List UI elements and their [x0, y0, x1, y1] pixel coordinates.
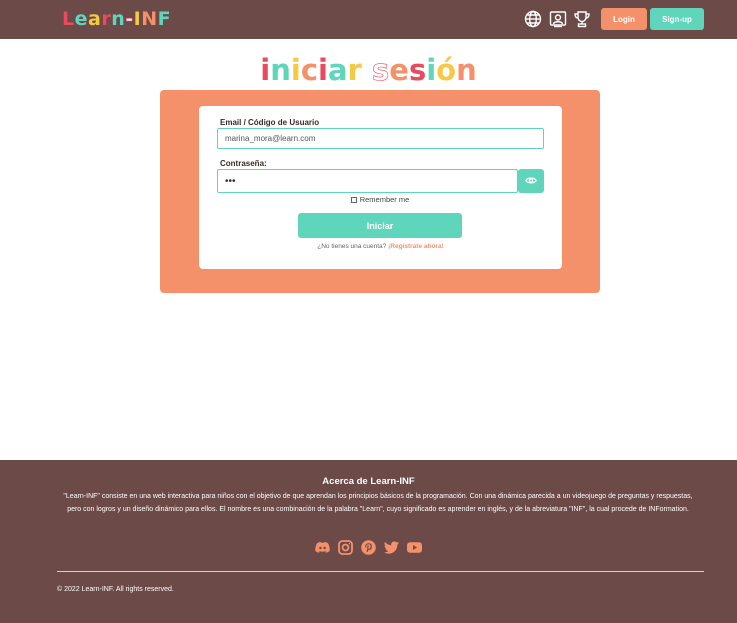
eye-icon [525, 172, 537, 190]
logo-letter: a [88, 8, 102, 30]
logo-letter: F [157, 8, 172, 30]
email-label: Email / Código de Usuario [220, 118, 320, 127]
remember-checkbox[interactable] [350, 196, 357, 203]
logo-letter: N [141, 8, 158, 30]
page-title-letter: n [456, 53, 477, 87]
logo-letter: - [125, 8, 134, 31]
youtube-icon[interactable] [406, 539, 423, 556]
logo-letter: L [62, 8, 75, 30]
signup-button[interactable]: Sign-up [650, 8, 704, 30]
logo-letter: r [101, 8, 112, 30]
no-account-text: ¿No tienes una cuenta? [317, 243, 387, 250]
page-title-letter: i [290, 53, 301, 87]
copyright: © 2022 Learn-INF. All rights reserved. [57, 586, 174, 593]
discord-icon[interactable] [314, 539, 331, 556]
submit-button[interactable]: Iniciar [298, 213, 462, 238]
page-title-letter: i [260, 53, 271, 87]
top-navbar: Learn-INF Login Sign-up [0, 0, 737, 39]
email-field[interactable]: marina_mora@learn.com [217, 128, 544, 149]
page-title-letter: ó [436, 53, 457, 87]
profile-icon[interactable] [549, 10, 567, 28]
remember-me[interactable]: Remember me [0, 195, 737, 204]
page-title: iniciar sesión [0, 52, 737, 88]
pinterest-icon[interactable] [360, 539, 377, 556]
page-title-letter: s [408, 53, 427, 87]
page-title-letter: s [372, 53, 390, 88]
trophy-icon[interactable] [573, 10, 591, 28]
social-links [0, 539, 737, 556]
logo-letter: I [133, 8, 142, 30]
logo[interactable]: Learn-INF [62, 7, 171, 31]
page-title-letter: i [318, 53, 328, 87]
page-title-letter: c [300, 53, 319, 87]
login-button[interactable]: Login [601, 8, 647, 30]
register-prompt: ¿No tienes una cuenta? ¡Regístrate ahora… [199, 243, 562, 250]
page-title-letter: a [327, 53, 348, 87]
page-title-letter: r [347, 53, 362, 87]
page-title-letter: i [426, 53, 437, 87]
twitter-icon[interactable] [383, 539, 400, 556]
footer: Acerca de Learn-INF "Learn-INF" consiste… [0, 460, 737, 623]
globe-icon[interactable] [524, 10, 542, 28]
page-title-letter: n [270, 53, 291, 87]
footer-divider [57, 571, 704, 572]
password-field[interactable]: ••• [217, 169, 518, 193]
logo-letter: e [74, 8, 88, 30]
password-label: Contraseña: [220, 159, 267, 168]
footer-title: Acerca de Learn-INF [322, 476, 415, 487]
remember-label: Remember me [359, 195, 410, 204]
show-password-button[interactable] [518, 169, 544, 193]
logo-letter: n [111, 8, 126, 30]
page-title-letter: e [389, 53, 409, 87]
register-link[interactable]: ¡Regístrate ahora! [388, 243, 444, 250]
footer-description: "Learn-INF" consiste en una web interact… [63, 493, 693, 513]
instagram-icon[interactable] [337, 539, 354, 556]
